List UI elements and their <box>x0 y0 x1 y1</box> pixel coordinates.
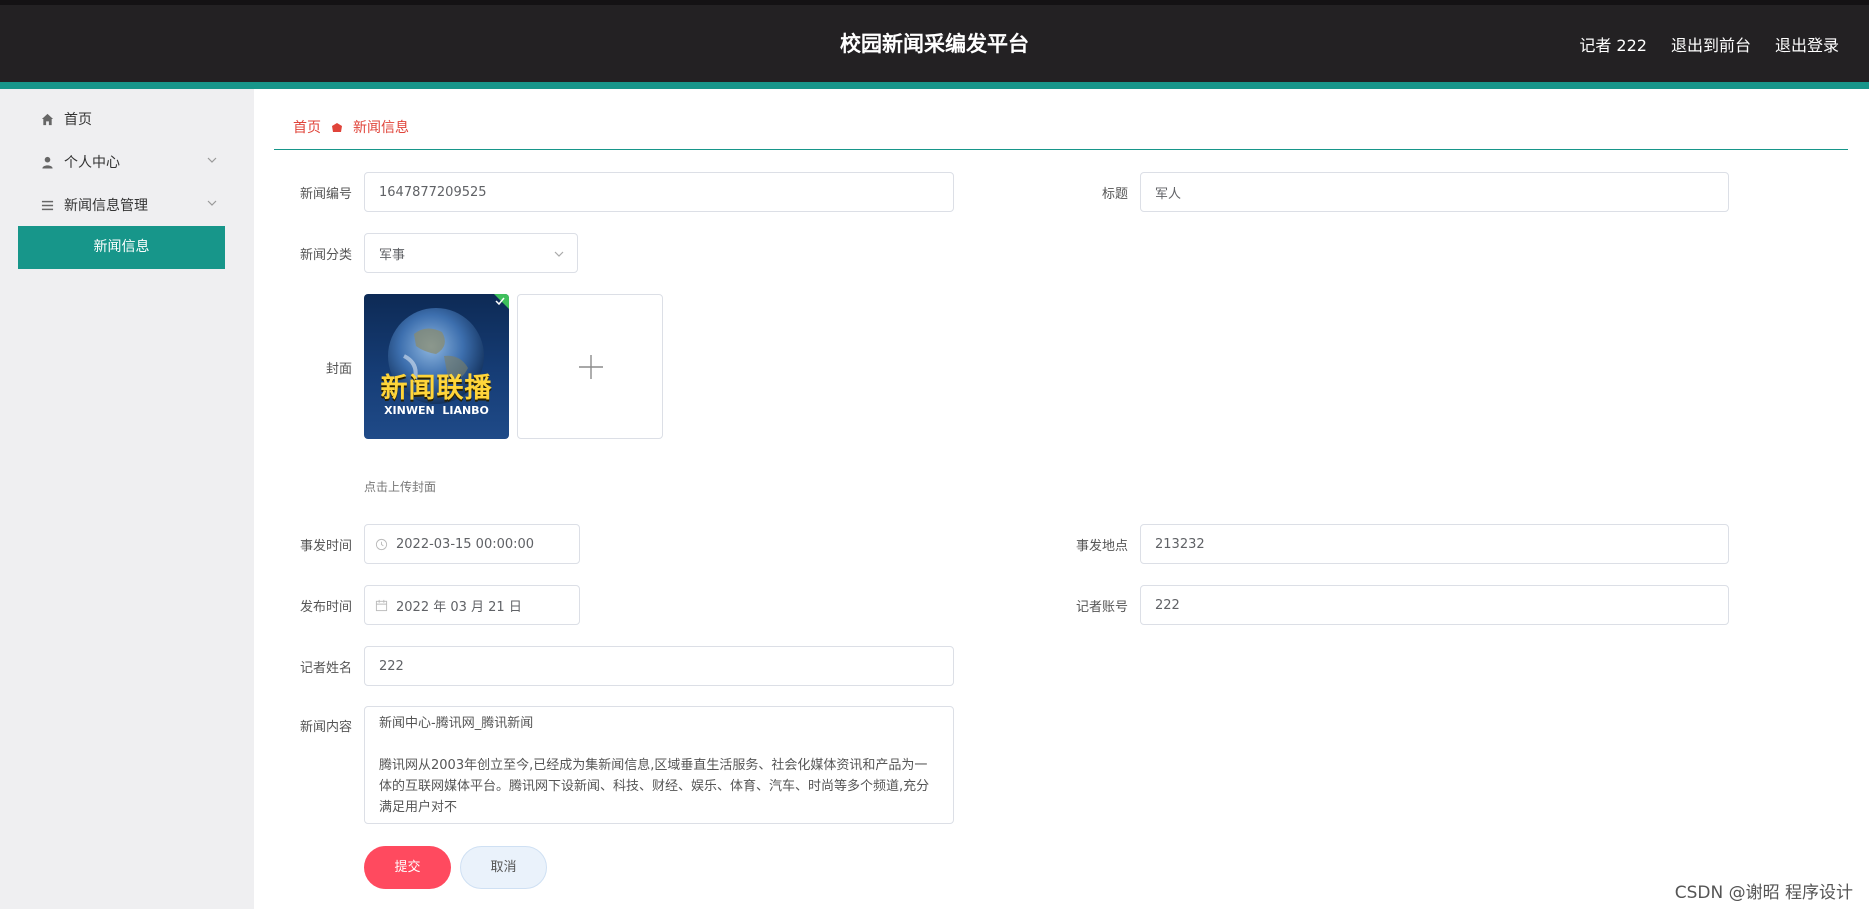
header-top-line <box>0 0 1869 5</box>
news-no-field[interactable]: 1647877209525 <box>364 172 954 212</box>
event-place-label: 事发地点 <box>1075 539 1128 554</box>
event-time-label: 事发时间 <box>299 539 352 554</box>
list-icon <box>40 198 54 212</box>
sidebar-item-profile[interactable]: 个人中心 <box>40 151 220 173</box>
reporter-account-field[interactable]: 222 <box>1140 585 1729 625</box>
check-icon <box>494 295 506 307</box>
event-place-field[interactable]: 213232 <box>1140 524 1729 564</box>
event-time-picker[interactable]: 2022-03-15 00:00:00 <box>364 524 580 564</box>
submit-button[interactable]: 提交 <box>364 846 451 889</box>
cancel-button[interactable]: 取消 <box>460 846 547 889</box>
breadcrumb: 首页 新闻信息 <box>293 117 409 137</box>
sidebar-item-label: 首页 <box>64 112 92 128</box>
chevron-down-icon <box>206 154 218 166</box>
cover-upload-hint: 点击上传封面 <box>364 480 437 494</box>
breadcrumb-divider <box>274 149 1848 150</box>
header-nav: 记者 222 退出到前台 退出登录 <box>1579 32 1839 56</box>
sidebar-item-home[interactable]: 首页 <box>40 108 92 130</box>
publish-time-label: 发布时间 <box>299 600 352 615</box>
reporter-name-field[interactable]: 222 <box>364 646 954 686</box>
clock-icon <box>375 538 388 551</box>
category-selected-value: 军事 <box>379 247 406 263</box>
title-field[interactable]: 军人 <box>1140 172 1729 212</box>
sidebar-item-label: 新闻信息管理 <box>64 198 148 214</box>
cover-title-text: 新闻联播 <box>380 373 493 404</box>
sidebar: 首页 个人中心 新闻信息管理 新闻信息 <box>0 89 254 909</box>
news-content-textarea[interactable]: 新闻中心-腾讯网_腾讯新闻 腾讯网从2003年创立至今,已经成为集新闻信息,区域… <box>364 706 954 824</box>
cover-upload-button[interactable] <box>517 294 663 439</box>
user-icon <box>40 155 54 169</box>
title-label: 标题 <box>1101 187 1128 202</box>
reporter-name-label: 记者姓名 <box>299 661 352 676</box>
logout-link[interactable]: 退出登录 <box>1775 32 1839 56</box>
breadcrumb-separator-icon <box>331 121 343 133</box>
home-icon <box>40 112 54 126</box>
back-to-front-link[interactable]: 退出到前台 <box>1671 32 1751 56</box>
chevron-down-icon <box>553 248 565 260</box>
cover-label: 封面 <box>325 362 352 377</box>
top-header: 校园新闻采编发平台 记者 222 退出到前台 退出登录 <box>0 0 1869 89</box>
chevron-down-icon <box>206 197 218 209</box>
category-select[interactable]: 军事 <box>364 233 578 273</box>
current-user-label: 记者 222 <box>1579 36 1647 55</box>
publish-date-picker[interactable]: 2022 年 03 月 21 日 <box>364 585 580 625</box>
breadcrumb-home-link[interactable]: 首页 <box>293 117 321 137</box>
reporter-account-label: 记者账号 <box>1075 600 1128 615</box>
sidebar-item-news-management[interactable]: 新闻信息管理 <box>40 194 220 216</box>
content-label: 新闻内容 <box>299 720 352 735</box>
sidebar-subitem-news-info[interactable]: 新闻信息 <box>18 226 225 269</box>
breadcrumb-current: 新闻信息 <box>353 120 409 136</box>
news-no-label: 新闻编号 <box>299 187 352 202</box>
header-accent-bar <box>0 82 1869 89</box>
calendar-icon <box>375 599 388 612</box>
watermark-text: CSDN @谢昭 程序设计 <box>1674 883 1853 903</box>
publish-time-value: 2022 年 03 月 21 日 <box>396 599 522 615</box>
category-label: 新闻分类 <box>299 248 352 263</box>
event-time-value: 2022-03-15 00:00:00 <box>396 536 535 552</box>
cover-image-thumbnail[interactable]: 新闻联播 XINWEN LIANBO <box>364 294 509 439</box>
sidebar-item-label: 个人中心 <box>64 155 120 171</box>
cover-subtitle-text: XINWEN LIANBO <box>384 404 489 417</box>
plus-icon <box>578 354 604 380</box>
